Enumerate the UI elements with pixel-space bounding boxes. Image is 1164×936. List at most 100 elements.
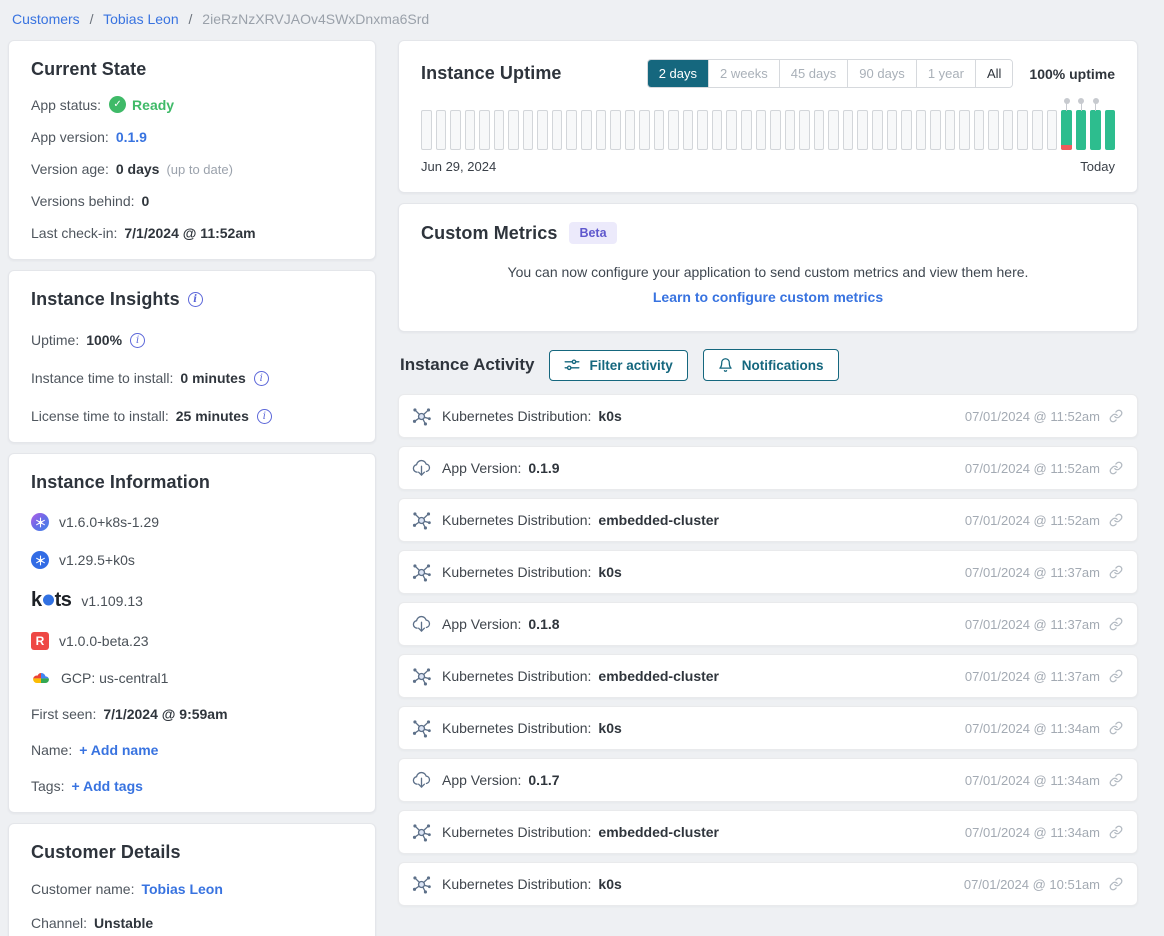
channel-row: Channel: Unstable <box>31 915 353 931</box>
activity-label: App Version: <box>442 460 521 476</box>
uptime-bar[interactable] <box>959 110 970 150</box>
activity-label: Kubernetes Distribution: <box>442 408 591 424</box>
app-version-link[interactable]: 0.1.9 <box>116 129 147 145</box>
uptime-bar[interactable] <box>581 110 592 150</box>
activity-row: Kubernetes Distribution: embedded-cluste… <box>398 654 1138 698</box>
uptime-axis: Jun 29, 2024 Today <box>421 159 1115 174</box>
filter-activity-button[interactable]: Filter activity <box>549 350 687 381</box>
uptime-bar[interactable] <box>1076 110 1087 150</box>
configure-custom-metrics-link[interactable]: Learn to configure custom metrics <box>421 289 1115 305</box>
uptime-bar[interactable] <box>872 110 883 150</box>
instance-uptime-card: Instance Uptime 2 days2 weeks45 days90 d… <box>398 40 1138 193</box>
uptime-range-all[interactable]: All <box>976 60 1012 87</box>
uptime-range-2-days[interactable]: 2 days <box>648 60 709 87</box>
info-circle-icon[interactable]: i <box>257 409 272 424</box>
uptime-bar[interactable] <box>756 110 767 150</box>
uptime-bar[interactable] <box>843 110 854 150</box>
uptime-bar[interactable] <box>930 110 941 150</box>
link-chain-icon[interactable] <box>1109 513 1123 527</box>
uptime-bar[interactable] <box>785 110 796 150</box>
uptime-bar[interactable] <box>712 110 723 150</box>
breadcrumb-customer-name-link[interactable]: Tobias Leon <box>103 11 179 27</box>
uptime-bar[interactable] <box>814 110 825 150</box>
info-circle-icon[interactable]: i <box>254 371 269 386</box>
uptime-bar[interactable] <box>887 110 898 150</box>
link-chain-icon[interactable] <box>1109 669 1123 683</box>
uptime-bar[interactable] <box>1090 110 1101 150</box>
uptime-bar[interactable] <box>479 110 490 150</box>
uptime-bar[interactable] <box>916 110 927 150</box>
uptime-bar[interactable] <box>945 110 956 150</box>
uptime-range-1-year[interactable]: 1 year <box>917 60 976 87</box>
breadcrumb-customers-link[interactable]: Customers <box>12 11 80 27</box>
customer-name-link[interactable]: Tobias Leon <box>141 881 222 897</box>
uptime-bar[interactable] <box>901 110 912 150</box>
uptime-bar[interactable] <box>683 110 694 150</box>
uptime-bar[interactable] <box>697 110 708 150</box>
link-chain-icon[interactable] <box>1109 409 1123 423</box>
uptime-bar[interactable] <box>639 110 650 150</box>
uptime-bar[interactable] <box>857 110 868 150</box>
add-tags-link[interactable]: + Add tags <box>71 778 142 794</box>
activity-value: embedded-cluster <box>598 512 719 528</box>
kubernetes-distribution-icon <box>411 874 432 895</box>
uptime-range-45-days[interactable]: 45 days <box>780 60 849 87</box>
uptime-bar[interactable] <box>668 110 679 150</box>
instance-insights-card: Instance Insights i Uptime: 100% i Insta… <box>8 270 376 443</box>
uptime-bar[interactable] <box>465 110 476 150</box>
activity-timestamp: 07/01/2024 @ 11:52am <box>965 513 1100 528</box>
link-chain-icon[interactable] <box>1109 461 1123 475</box>
uptime-range-90-days[interactable]: 90 days <box>848 60 917 87</box>
uptime-bar[interactable] <box>1105 110 1116 150</box>
link-chain-icon[interactable] <box>1109 877 1123 891</box>
activity-timestamp: 07/01/2024 @ 10:51am <box>964 877 1100 892</box>
uptime-bar[interactable] <box>1003 110 1014 150</box>
activity-label: Kubernetes Distribution: <box>442 564 591 580</box>
tags-row: Tags: + Add tags <box>31 778 353 794</box>
activity-label: Kubernetes Distribution: <box>442 876 591 892</box>
activity-timestamp: 07/01/2024 @ 11:52am <box>965 409 1100 424</box>
link-chain-icon[interactable] <box>1109 825 1123 839</box>
uptime-bar[interactable] <box>974 110 985 150</box>
activity-row: App Version: 0.1.8 07/01/2024 @ 11:37am <box>398 602 1138 646</box>
uptime-bar[interactable] <box>450 110 461 150</box>
license-time-to-install-row: License time to install: 25 minutes i <box>31 408 353 424</box>
uptime-bar[interactable] <box>799 110 810 150</box>
uptime-bar[interactable] <box>741 110 752 150</box>
uptime-bar[interactable] <box>552 110 563 150</box>
uptime-end-date: Today <box>1080 159 1115 174</box>
uptime-bar[interactable] <box>654 110 665 150</box>
uptime-bar[interactable] <box>537 110 548 150</box>
uptime-bar[interactable] <box>566 110 577 150</box>
customer-details-title: Customer Details <box>31 842 353 863</box>
notifications-button[interactable]: Notifications <box>703 349 839 381</box>
uptime-bar[interactable] <box>770 110 781 150</box>
uptime-bar[interactable] <box>436 110 447 150</box>
uptime-bar[interactable] <box>625 110 636 150</box>
uptime-bar[interactable] <box>828 110 839 150</box>
add-name-link[interactable]: + Add name <box>79 742 158 758</box>
uptime-bar[interactable] <box>421 110 432 150</box>
uptime-bar[interactable] <box>1047 110 1058 150</box>
uptime-bar[interactable] <box>523 110 534 150</box>
link-chain-icon[interactable] <box>1109 773 1123 787</box>
app-status-row: App status: ✓ Ready <box>31 96 353 113</box>
uptime-range-2-weeks[interactable]: 2 weeks <box>709 60 780 87</box>
uptime-bar[interactable] <box>610 110 621 150</box>
link-chain-icon[interactable] <box>1109 565 1123 579</box>
uptime-bar[interactable] <box>1017 110 1028 150</box>
info-circle-icon[interactable]: i <box>188 292 203 307</box>
uptime-bar[interactable] <box>988 110 999 150</box>
info-circle-icon[interactable]: i <box>130 333 145 348</box>
uptime-start-date: Jun 29, 2024 <box>421 159 496 174</box>
instance-activity-list: Kubernetes Distribution: k0s 07/01/2024 … <box>398 394 1138 906</box>
uptime-bar[interactable] <box>494 110 505 150</box>
uptime-bar[interactable] <box>726 110 737 150</box>
version-age-value: 0 days <box>116 161 160 177</box>
uptime-bar[interactable] <box>508 110 519 150</box>
uptime-bar[interactable] <box>1061 110 1072 150</box>
uptime-bar[interactable] <box>1032 110 1043 150</box>
link-chain-icon[interactable] <box>1109 617 1123 631</box>
uptime-bar[interactable] <box>596 110 607 150</box>
link-chain-icon[interactable] <box>1109 721 1123 735</box>
